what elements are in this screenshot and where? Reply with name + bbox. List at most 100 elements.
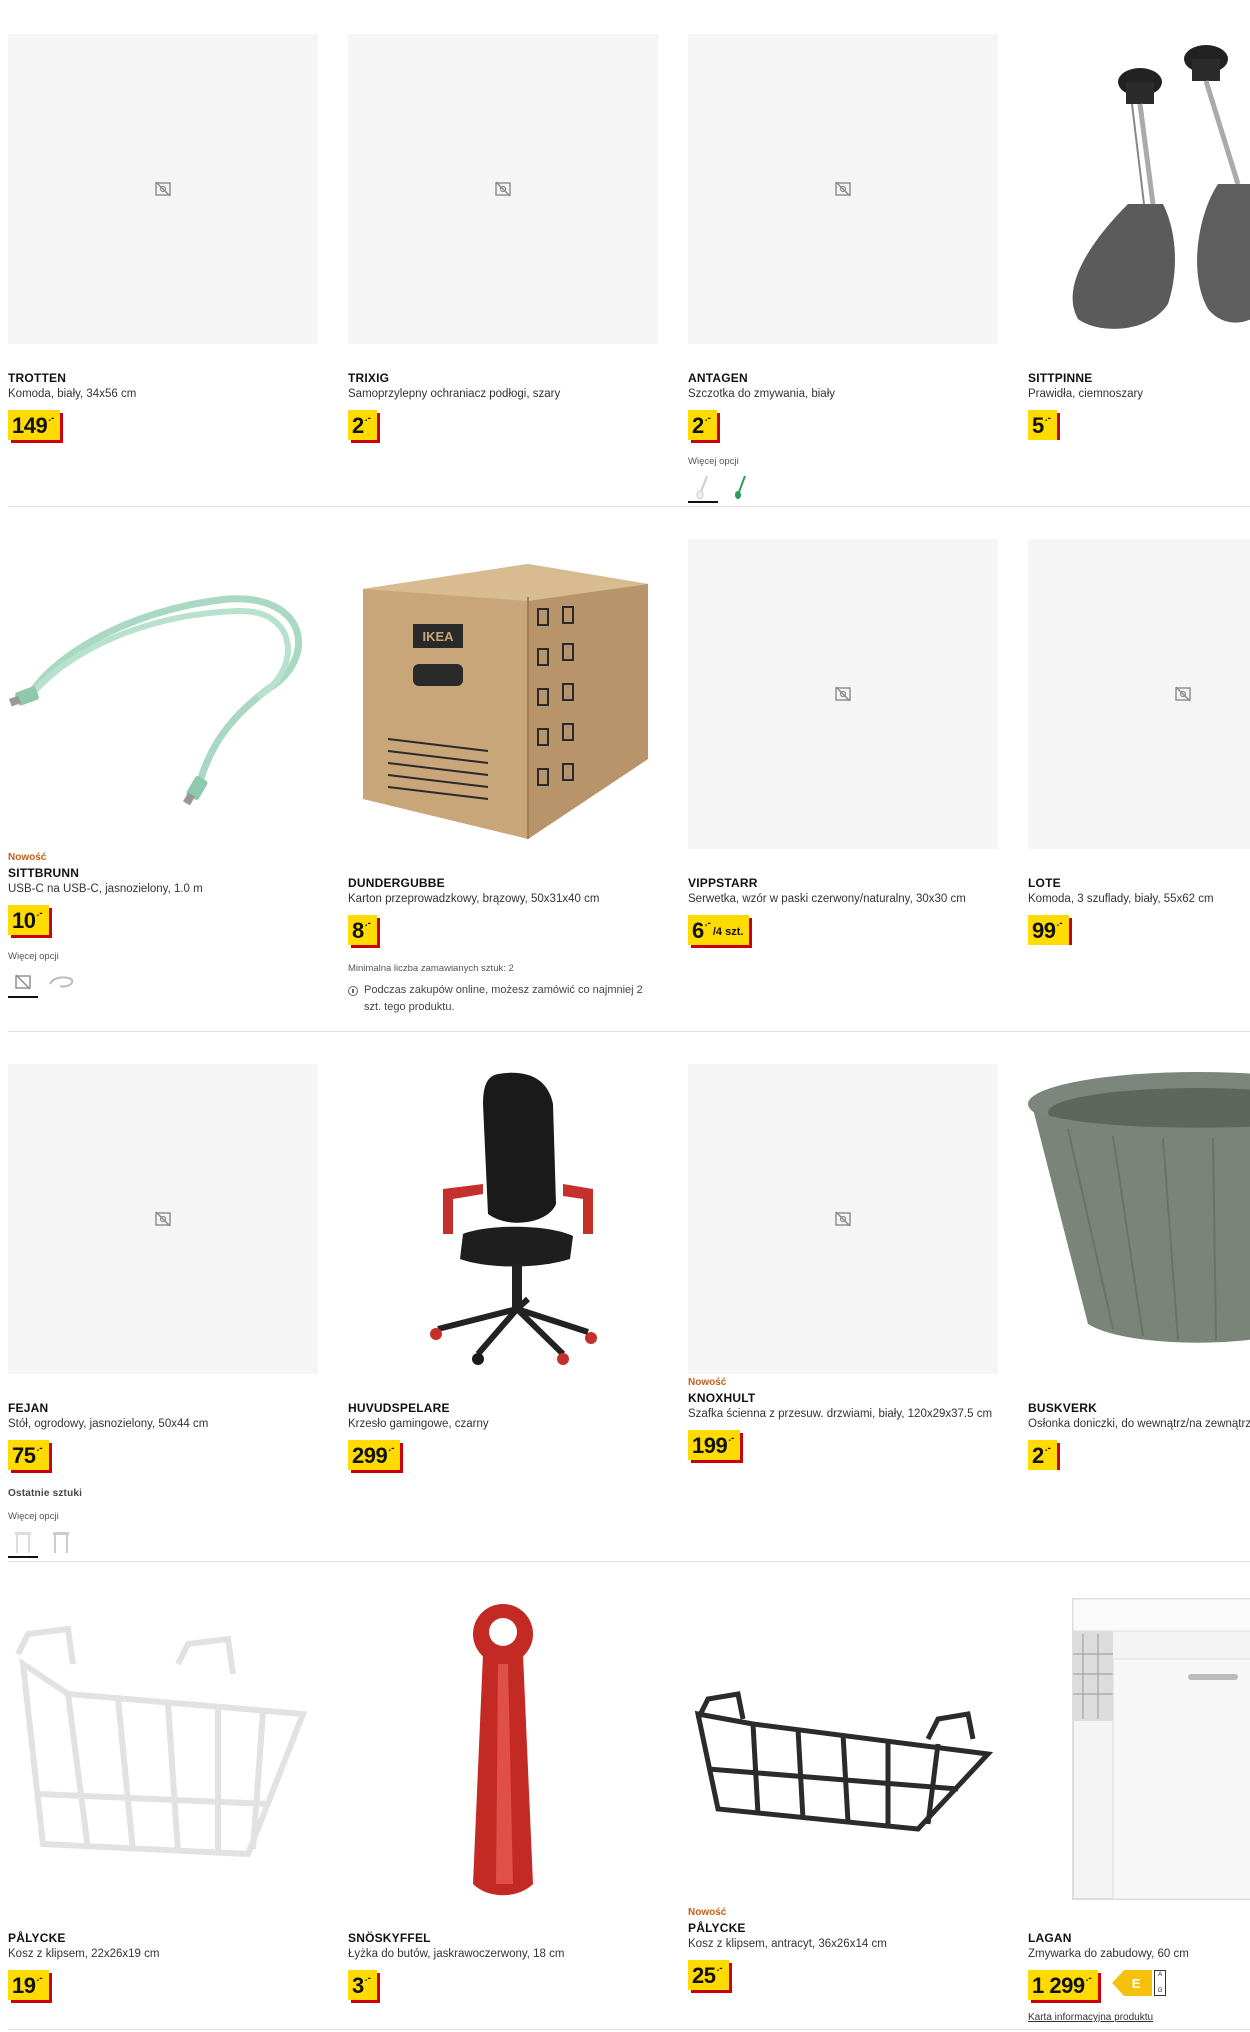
product-name[interactable]: SITTPINNE: [1028, 371, 1250, 386]
product-card[interactable]: IKEA DUNDERGUBBE Karton przeprowadzkowy,…: [348, 539, 658, 1016]
product-card[interactable]: VIPPSTARR Serwetka, wzór w paski czerwon…: [688, 539, 998, 945]
product-card[interactable]: SNÖSKYFFEL Łyżka do butów, jaskrawoczerw…: [348, 1594, 658, 2000]
product-card[interactable]: Nowość PÅLYCKE Kosz z klipsem, antracyt,…: [688, 1594, 998, 1990]
product-image[interactable]: [348, 1594, 658, 1904]
product-name[interactable]: LAGAN: [1028, 1931, 1250, 1946]
product-name[interactable]: VIPPSTARR: [688, 876, 998, 891]
no-image-icon: [835, 686, 851, 702]
product-image[interactable]: [688, 1594, 998, 1904]
product-image[interactable]: [688, 34, 998, 344]
product-card[interactable]: PÅLYCKE Kosz z klipsem, 22x26x19 cm 19 .-: [8, 1594, 318, 2000]
product-card[interactable]: HUVUDSPELARE Krzesło gamingowe, czarny 2…: [348, 1064, 658, 1470]
product-image[interactable]: [8, 1594, 318, 1904]
variant-swatches: [688, 473, 998, 503]
gaming-chair-photo: [430, 1072, 597, 1365]
product-image[interactable]: [1028, 1594, 1250, 1904]
product-name[interactable]: PÅLYCKE: [688, 1921, 998, 1936]
no-image-icon: [835, 1211, 851, 1227]
price-currency: .-: [364, 1973, 371, 1984]
energy-label[interactable]: E AG: [1112, 1970, 1167, 1996]
product-name[interactable]: BUSKVERK: [1028, 1401, 1250, 1416]
product-card[interactable]: Nowość SITTBRUNN USB-C na USB-C, jasnozi…: [8, 539, 318, 998]
price-value: 2: [692, 413, 704, 438]
product-name[interactable]: HUVUDSPELARE: [348, 1401, 658, 1416]
more-options-label: Więcej opcji: [8, 1511, 59, 1522]
no-image-icon: [1175, 686, 1191, 702]
price-tag: 19 .-: [8, 1970, 49, 2000]
variant-swatch[interactable]: [688, 473, 718, 503]
product-card[interactable]: SITTPINNE Prawidła, ciemnoszary 5 .-: [1028, 34, 1250, 440]
price-currency: .-: [1044, 413, 1051, 424]
product-image[interactable]: [1028, 1064, 1250, 1374]
product-card[interactable]: TRIXIG Samoprzylepny ochraniacz podłogi,…: [348, 34, 658, 440]
no-image-icon: [15, 974, 31, 990]
price-tag: 99 .-: [1028, 915, 1069, 945]
energy-scale-top: A: [1158, 1972, 1163, 1978]
product-name[interactable]: FEJAN: [8, 1401, 318, 1416]
product-name[interactable]: ANTAGEN: [688, 371, 998, 386]
product-description: Szafka ścienna z przesuw. drzwiami, biał…: [688, 1408, 993, 1420]
variant-swatch[interactable]: [726, 473, 756, 503]
product-info-sheet-link[interactable]: Karta informacyjna produktu: [1028, 2012, 1250, 2023]
price-value: 2: [352, 413, 364, 438]
product-description: Krzesło gamingowe, czarny: [348, 1418, 489, 1430]
price-currency: .-: [388, 1443, 395, 1454]
product-image[interactable]: [688, 1064, 998, 1374]
product-image[interactable]: [8, 34, 318, 344]
minimum-quantity: Minimalna liczba zamawianych sztuk: 2: [348, 963, 514, 974]
product-name[interactable]: TRIXIG: [348, 371, 658, 386]
product-image[interactable]: IKEA: [348, 539, 658, 849]
price-value: 199: [692, 1433, 728, 1458]
product-image[interactable]: [348, 34, 658, 344]
variant-swatches: [8, 968, 318, 998]
price-currency: .-: [1056, 918, 1063, 929]
product-description: Kosz z klipsem, 22x26x19 cm: [8, 1948, 160, 1960]
product-card[interactable]: TROTTEN Komoda, biały, 34x56 cm 149 .-: [8, 34, 318, 440]
product-image[interactable]: [8, 1064, 318, 1374]
product-card[interactable]: FEJAN Stół, ogrodowy, jasnozielony, 50x4…: [8, 1064, 318, 1558]
product-grid: TROTTEN Komoda, biały, 34x56 cm 149 .- TR…: [8, 0, 1250, 2030]
product-name[interactable]: SNÖSKYFFEL: [348, 1931, 658, 1946]
variant-swatch[interactable]: [8, 1528, 38, 1558]
price-value: 299: [352, 1443, 388, 1468]
product-card[interactable]: LAGAN Zmywarka do zabudowy, 60 cm 1 299.…: [1028, 1594, 1250, 2023]
variant-swatches: [8, 1528, 318, 1558]
price-currency: .-: [1044, 1443, 1051, 1454]
product-card[interactable]: Nowość KNOXHULT Szafka ścienna z przesuw…: [688, 1064, 998, 1460]
price-tag: 75 .-: [8, 1440, 49, 1470]
price-currency: .-: [1085, 1973, 1092, 1984]
price-tag: 2 .-: [348, 410, 377, 440]
product-image[interactable]: [1028, 539, 1250, 849]
product-name[interactable]: PÅLYCKE: [8, 1931, 318, 1946]
price-tag: 5 .-: [1028, 410, 1057, 440]
variant-swatch[interactable]: [8, 968, 38, 998]
product-card[interactable]: BUSKVERK Osłonka doniczki, do wewnątrz/n…: [1028, 1064, 1250, 1470]
white-brush-icon: [696, 475, 708, 500]
grey-table-icon: [53, 1532, 69, 1553]
new-badge: Nowość: [688, 1907, 727, 1918]
product-name[interactable]: KNOXHULT: [688, 1391, 998, 1406]
product-image[interactable]: [348, 1064, 658, 1374]
product-description: Stół, ogrodowy, jasnozielony, 50x44 cm: [8, 1418, 209, 1430]
product-image[interactable]: [8, 539, 318, 849]
price-value: 5: [1032, 413, 1044, 438]
product-card[interactable]: LOTE Komoda, 3 szuflady, biały, 55x62 cm…: [1028, 539, 1250, 945]
product-description: Karton przeprowadzkowy, brązowy, 50x31x4…: [348, 893, 600, 905]
price-currency: .-: [704, 918, 711, 929]
no-image-icon: [835, 181, 851, 197]
product-card[interactable]: ANTAGEN Szczotka do zmywania, biały 2 .- …: [688, 34, 998, 503]
product-name[interactable]: TROTTEN: [8, 371, 318, 386]
product-name[interactable]: LOTE: [1028, 876, 1250, 891]
new-badge: Nowość: [688, 1377, 727, 1388]
price-tag: 149 .-: [8, 410, 61, 440]
variant-swatch[interactable]: [46, 1528, 76, 1558]
price-currency: .-: [48, 413, 55, 424]
product-name[interactable]: SITTBRUNN: [8, 866, 318, 881]
energy-class-tag: E: [1112, 1970, 1153, 1996]
price-tag: 3 .-: [348, 1970, 377, 2000]
product-name[interactable]: DUNDERGUBBE: [348, 876, 658, 891]
product-image[interactable]: [1028, 34, 1250, 344]
product-description: Serwetka, wzór w paski czerwony/naturaln…: [688, 893, 966, 905]
variant-swatch[interactable]: [46, 968, 76, 998]
product-image[interactable]: [688, 539, 998, 849]
